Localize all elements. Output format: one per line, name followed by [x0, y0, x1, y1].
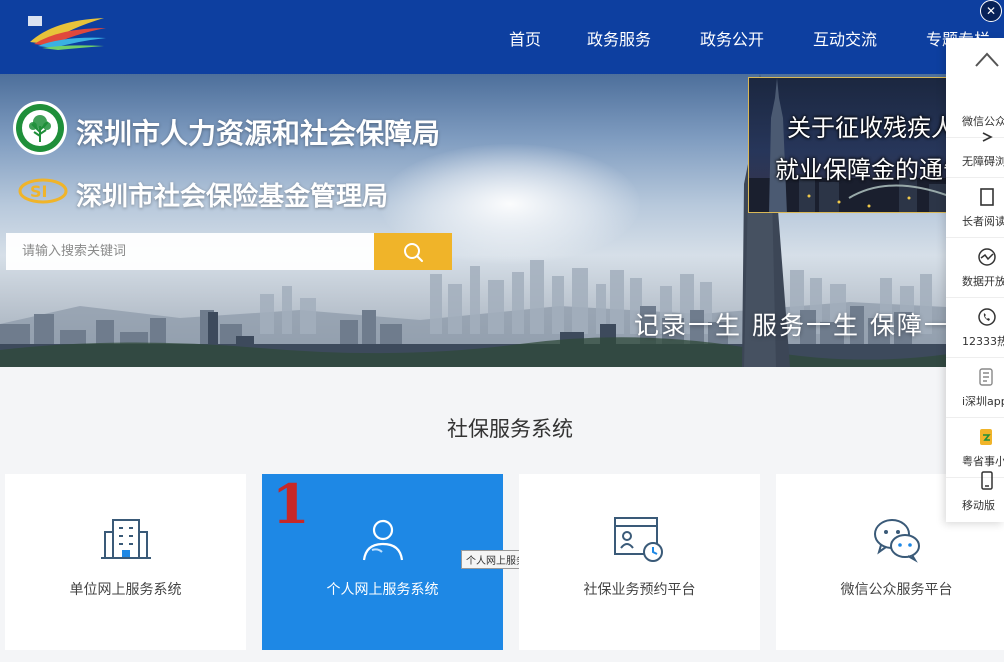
sidebar-item-reader[interactable]: 长者阅读器 — [946, 178, 1004, 238]
sidebar-item-data-open[interactable]: 数据开放 — [946, 238, 1004, 298]
card-appointment-platform[interactable]: 社保业务预约平台 — [519, 474, 760, 650]
nav-home[interactable]: 首页 — [509, 26, 541, 50]
right-floating-toolbar: 微信公众号 无障碍浏览 长者阅读器 数据开放 12333热线 i深圳app — [946, 38, 1004, 522]
search-button[interactable] — [374, 233, 452, 270]
card-label: 社保业务预约平台 — [583, 582, 696, 598]
notice-close-button[interactable]: ✕ — [980, 0, 1002, 22]
sidebar-item-label: i深圳app — [962, 395, 1004, 408]
sidebar-item-accessibility[interactable]: 无障碍浏览 — [946, 118, 1004, 178]
search-icon — [404, 242, 423, 262]
data-icon — [978, 248, 996, 266]
sidebar-item-ishenzhen-app[interactable]: i深圳app — [946, 358, 1004, 418]
appointment-icon — [614, 517, 663, 562]
card-label: 单位网上服务系统 — [69, 582, 182, 598]
sidebar-item-label: 长者阅读器 — [962, 215, 1004, 228]
hrss-emblem-icon[interactable] — [12, 100, 68, 156]
card-label: 微信公众服务平台 — [840, 582, 953, 598]
sidebar-item-label: 12333热线 — [962, 335, 1004, 348]
mini-program-icon — [980, 429, 992, 445]
phone-icon — [978, 308, 996, 326]
sidebar-item-label: 数据开放 — [962, 275, 1004, 288]
accessibility-icon — [982, 132, 993, 142]
services-section-title: 社保服务系统 — [447, 417, 573, 441]
scroll-up-button[interactable] — [946, 38, 1004, 78]
wechat-icon — [874, 519, 920, 563]
nav-interaction[interactable]: 互动交流 — [813, 26, 877, 50]
hero-banner: 深圳市人力资源和社会保障局 SI 深圳市社会保险基金管理局 记录一生 服务一生 … — [0, 74, 1004, 367]
svg-text:SI: SI — [30, 182, 47, 201]
nav-gov-affairs[interactable]: 政务公开 — [700, 26, 764, 50]
sidebar-item-mobile[interactable]: 移动版 — [946, 462, 1004, 522]
reader-icon — [980, 188, 994, 206]
sidebar-item-label: 无障碍浏览 — [962, 155, 1004, 168]
sidebar-item-label: 移动版 — [962, 499, 995, 512]
hrss-bureau-title[interactable]: 深圳市人力资源和社会保障局 — [76, 112, 440, 152]
person-icon — [362, 519, 404, 561]
card-label: 个人网上服务系统 — [326, 582, 439, 598]
close-icon: ✕ — [985, 4, 997, 18]
app-icon — [979, 368, 993, 386]
si-fund-title[interactable]: 深圳市社会保险基金管理局 — [76, 176, 388, 213]
top-nav: 首页 政务服务 政务公开 互动交流 专题专栏 — [0, 0, 1004, 74]
search-input[interactable] — [6, 233, 374, 270]
card-unit-online-service[interactable]: 单位网上服务系统 — [5, 474, 246, 650]
mobile-icon — [981, 471, 993, 490]
site-logo[interactable] — [24, 14, 108, 54]
hero-slogan: 记录一生 服务一生 保障一生 — [634, 311, 978, 340]
annotation-number: 1 — [272, 472, 310, 536]
chevron-up-icon — [975, 52, 999, 67]
social-insurance-logo-icon: SI — [18, 178, 68, 204]
sidebar-item-hotline[interactable]: 12333热线 — [946, 298, 1004, 358]
building-icon — [101, 519, 151, 559]
nav-gov-services[interactable]: 政务服务 — [587, 26, 651, 50]
